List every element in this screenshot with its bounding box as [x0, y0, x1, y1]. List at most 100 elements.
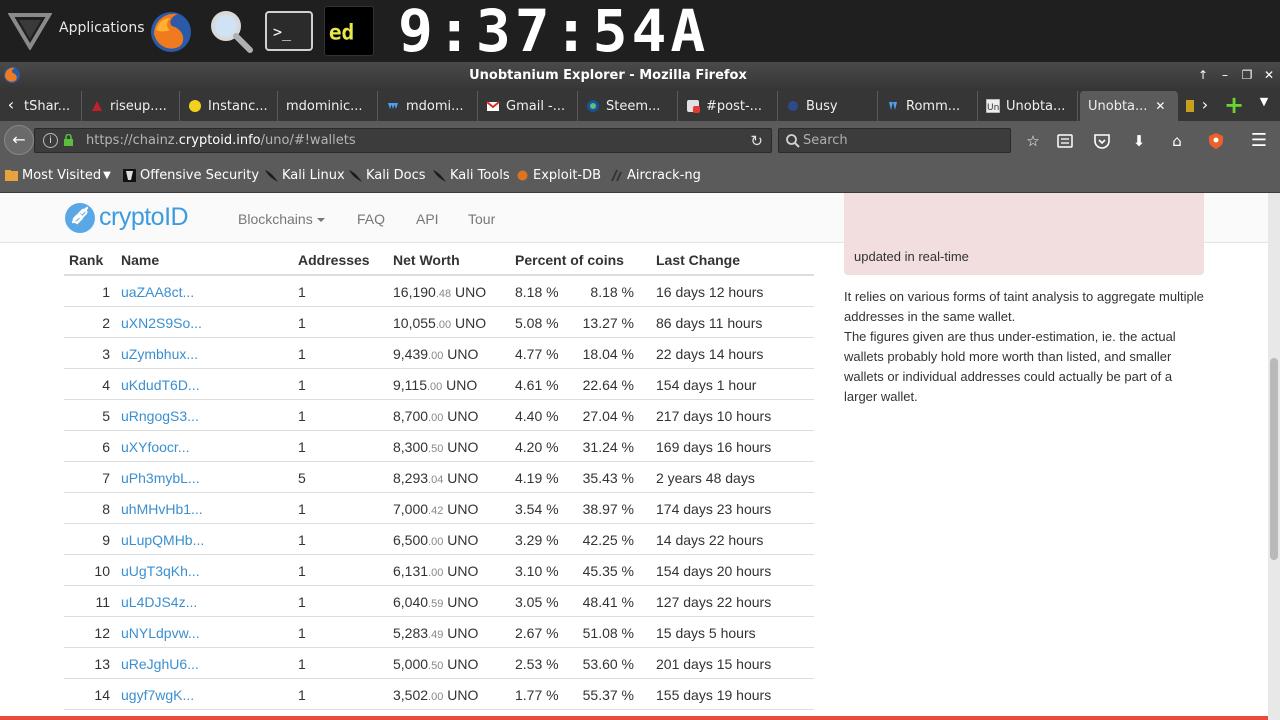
cell-rank: 10 [94, 563, 110, 579]
extension-shield-icon[interactable] [1205, 130, 1227, 152]
back-arrow-icon[interactable]: ← [4, 125, 34, 155]
net-worth-decimal: .42 [428, 505, 444, 517]
cell-addresses: 1 [298, 563, 306, 579]
bookmark-kali-tools[interactable]: Kali Tools [432, 168, 510, 183]
bookmark-kali-docs[interactable]: Kali Docs [348, 168, 426, 183]
firefox-launcher-icon[interactable] [146, 6, 196, 56]
header-net-worth[interactable]: Net Worth [393, 252, 460, 268]
search-launcher-icon[interactable] [206, 6, 256, 56]
net-worth-integer: 5,283 [393, 625, 429, 641]
wallet-name-link[interactable]: uaZAA8ct... [121, 284, 194, 300]
terminal-launcher-icon[interactable]: >_ [264, 6, 314, 56]
net-worth-unit: UNO [443, 687, 479, 703]
bookmark-most-visited[interactable]: Most Visited ▼ [4, 168, 111, 183]
nav-api-link[interactable]: API [416, 211, 439, 227]
net-worth-integer: 5,000 [393, 656, 429, 672]
url-text[interactable]: https://chainz.cryptoid.info/uno/#!walle… [86, 133, 356, 148]
wallet-name-link[interactable]: uhMHvHb1... [121, 501, 203, 517]
tab[interactable]: Instanc... [180, 91, 278, 121]
wallet-name-link[interactable]: uReJghU6... [121, 656, 199, 672]
wallet-name-link[interactable]: uUgT3qKh... [121, 563, 200, 579]
tab[interactable]: mdominic... [278, 91, 378, 121]
bookmark-offensive-security[interactable]: Offensive Security [122, 168, 259, 183]
tabs-scroll-right-icon[interactable]: › [1196, 93, 1214, 117]
window-above-button[interactable]: ↑ [1195, 67, 1211, 83]
close-tab-icon[interactable]: ✕ [1155, 99, 1165, 113]
cell-net-worth: 6,500.00 UNO [393, 532, 478, 548]
net-worth-integer: 8,293 [393, 470, 429, 486]
header-percent-of-coins[interactable]: Percent of coins [515, 252, 624, 268]
cell-cumulative-percent: 55.37 % [582, 687, 634, 703]
header-name[interactable]: Name [121, 252, 159, 268]
wallet-name-link[interactable]: uL4DJS4z... [121, 594, 197, 610]
tab[interactable]: Gmail -... [478, 91, 578, 121]
net-worth-unit: UNO [443, 532, 479, 548]
url-prefix: https://chainz. [86, 133, 179, 148]
digital-clock: 9:37:54A [398, 0, 710, 65]
download-arrow-icon[interactable]: ⬇ [1128, 130, 1150, 152]
busy-favicon-icon [788, 101, 798, 111]
tab[interactable]: Romm... [878, 91, 978, 121]
tab[interactable]: riseup.... [82, 91, 180, 121]
wallet-name-link[interactable]: uLupQMHb... [121, 532, 204, 548]
tab[interactable]: tShar... [16, 91, 82, 121]
cell-last-change: 201 days 15 hours [656, 656, 772, 672]
cell-addresses: 1 [298, 532, 306, 548]
window-minimize-button[interactable]: – [1217, 67, 1233, 83]
cell-last-change: 22 days 14 hours [656, 346, 764, 362]
bookmark-exploit-db[interactable]: Exploit-DB [515, 168, 601, 183]
window-close-button[interactable]: ✕ [1261, 67, 1277, 83]
wallet-name-link[interactable]: uNYLdpvw... [121, 625, 200, 641]
wallet-name-link[interactable]: uXYfoocr... [121, 439, 189, 455]
bookmark-kali-linux[interactable]: Kali Linux [264, 168, 345, 183]
wallet-name-link[interactable]: ugyf7wgK... [121, 687, 194, 703]
header-addresses[interactable]: Addresses [298, 252, 370, 268]
bookmark-star-icon[interactable]: ☆ [1022, 130, 1044, 152]
applications-menu[interactable]: Applications [59, 20, 145, 36]
cell-last-change: 127 days 22 hours [656, 594, 772, 610]
net-worth-integer: 16,190 [393, 284, 436, 300]
wallet-name-link[interactable]: uKdudT6D... [121, 377, 200, 393]
search-input[interactable]: Search [778, 128, 1011, 153]
tab[interactable]: Busy [778, 91, 878, 121]
header-last-change[interactable]: Last Change [656, 252, 740, 268]
scrollbar-thumb[interactable] [1270, 358, 1278, 560]
lock-icon[interactable] [63, 134, 74, 147]
wallet-name-link[interactable]: uXN2S9So... [121, 315, 202, 331]
tab-strip: ‹ tShar... riseup.... Instanc... mdomini… [0, 89, 1280, 121]
tab[interactable]: #post-... [678, 91, 778, 121]
url-bar[interactable]: i https://chainz.cryptoid.info/uno/#!wal… [34, 128, 772, 153]
tab[interactable]: Steem... [578, 91, 678, 121]
cryptoid-logo-icon[interactable] [64, 202, 96, 234]
nav-blockchains-dropdown[interactable]: Blockchains [238, 211, 325, 227]
tab-active[interactable]: Unobta... ✕ [1080, 91, 1178, 121]
hamburger-menu-icon[interactable]: ☰ [1248, 130, 1270, 152]
cell-cumulative-percent: 27.04 % [582, 408, 634, 424]
tab[interactable]: mdomi... [378, 91, 478, 121]
bookmark-aircrack-ng[interactable]: Aircrack-ng [609, 168, 701, 183]
tab[interactable]: Un Unobta... [978, 91, 1078, 121]
info-icon[interactable]: i [43, 133, 58, 148]
tab[interactable] [1180, 91, 1196, 121]
wallet-name-link[interactable]: uRngogS3... [121, 408, 199, 424]
alert-text: updated in real-time [854, 249, 969, 264]
net-worth-integer: 9,439 [393, 346, 429, 362]
site-brand[interactable]: cryptoID [99, 203, 189, 232]
new-tab-plus-icon[interactable]: + [1222, 92, 1246, 118]
table-header-row: Rank Name Addresses Net Worth Percent of… [64, 243, 814, 276]
header-rank[interactable]: Rank [69, 252, 115, 268]
reading-list-icon[interactable] [1054, 130, 1076, 152]
nav-tour-link[interactable]: Tour [468, 211, 495, 227]
window-maximize-button[interactable]: ❐ [1239, 67, 1255, 83]
nav-faq-link[interactable]: FAQ [357, 211, 385, 227]
kali-menu-icon[interactable] [8, 10, 52, 50]
cell-last-change: 2 years 48 days [656, 470, 755, 486]
reload-icon[interactable]: ↻ [750, 132, 763, 150]
pocket-icon[interactable] [1091, 130, 1113, 152]
tab-list-chevron-down-icon[interactable]: ▼ [1256, 95, 1272, 108]
wallet-name-link[interactable]: uPh3mybL... [121, 470, 200, 486]
cell-percent: 3.29 % [515, 532, 559, 548]
wallet-name-link[interactable]: uZymbhux... [121, 346, 198, 362]
home-icon[interactable]: ⌂ [1166, 130, 1188, 152]
cell-rank: 8 [102, 501, 110, 517]
